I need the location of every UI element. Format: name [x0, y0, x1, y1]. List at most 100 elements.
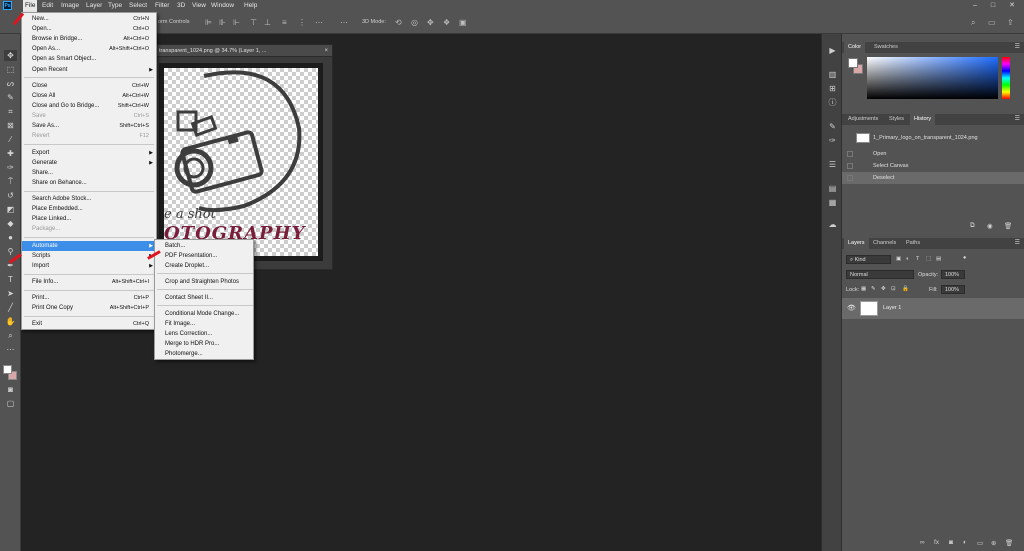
- 3d-orbit-icon[interactable]: ⟲: [395, 18, 402, 28]
- new-document-from-state-icon[interactable]: ⧉: [970, 222, 975, 230]
- tab-adjustments[interactable]: Adjustments: [844, 114, 882, 125]
- color-picker-field[interactable]: [867, 57, 998, 99]
- filter-shape-icon[interactable]: ⬚: [926, 256, 931, 262]
- paint-bucket-tool-icon[interactable]: ◆: [4, 218, 17, 229]
- menu-3d[interactable]: 3D: [175, 0, 187, 12]
- workspace-icon[interactable]: ▭: [988, 18, 996, 28]
- add-mask-icon[interactable]: ◙: [949, 539, 953, 546]
- history-brush-tool-icon[interactable]: ↺: [4, 190, 17, 201]
- filter-toggle-icon[interactable]: ●: [963, 255, 966, 261]
- history-state-row[interactable]: Select Canvas: [842, 160, 1024, 172]
- tab-history[interactable]: History: [910, 114, 936, 125]
- libraries-icon[interactable]: ☁: [827, 220, 838, 230]
- distribute-horizontal-icon[interactable]: ⋯: [315, 18, 323, 28]
- menu-image[interactable]: Image: [59, 0, 81, 12]
- new-layer-icon[interactable]: ⊕: [991, 539, 996, 547]
- align-middle-icon[interactable]: ⊥: [264, 18, 271, 28]
- tab-styles[interactable]: Styles: [885, 114, 908, 125]
- blur-tool-icon[interactable]: ●: [4, 232, 17, 243]
- history-brush-source-box[interactable]: [847, 151, 853, 157]
- menu-type[interactable]: Type: [106, 0, 124, 12]
- brush-settings-icon[interactable]: ✎: [827, 122, 838, 132]
- layer-filter-kind-select[interactable]: ⌕ Kind: [846, 255, 891, 264]
- tab-layers[interactable]: Layers: [844, 238, 869, 249]
- menu-item-place-linked[interactable]: Place Linked...: [22, 214, 156, 224]
- brushes-icon[interactable]: ✑: [827, 136, 838, 146]
- zoom-tool-icon[interactable]: ⌕: [4, 330, 17, 341]
- healing-brush-tool-icon[interactable]: ✚: [4, 148, 17, 159]
- menu-item-browse-bridge[interactable]: Browse in Bridge... Alt+Ctrl+O: [22, 34, 156, 44]
- tab-color[interactable]: Color: [844, 42, 866, 53]
- tab-channels[interactable]: Channels: [869, 238, 900, 249]
- 3d-pan-icon[interactable]: ✥: [427, 18, 434, 28]
- delete-layer-icon[interactable]: 🗑: [1005, 539, 1013, 547]
- new-group-icon[interactable]: ▭: [977, 539, 983, 547]
- align-left-icon[interactable]: ⊫: [205, 18, 212, 28]
- link-layers-icon[interactable]: ∞: [920, 539, 925, 546]
- move-tool-icon[interactable]: ✥: [4, 50, 17, 61]
- submenu-item-batch[interactable]: Batch...: [155, 241, 253, 251]
- visibility-eye-icon[interactable]: 👁: [847, 298, 856, 319]
- submenu-item-merge-hdr[interactable]: Merge to HDR Pro...: [155, 339, 253, 349]
- quick-mask-icon[interactable]: ◙: [4, 384, 17, 395]
- create-snapshot-icon[interactable]: ◉: [987, 222, 993, 230]
- panel-menu-icon[interactable]: ☰: [1015, 42, 1020, 53]
- menu-item-file-info[interactable]: File Info... Alt+Shift+Ctrl+I: [22, 277, 156, 287]
- filter-pixel-icon[interactable]: ▣: [896, 256, 901, 262]
- history-snapshot[interactable]: 1_Primary_logo_on_transparent_1024.png: [842, 131, 1024, 145]
- menu-item-export[interactable]: Export ▶: [22, 148, 156, 158]
- delete-state-icon[interactable]: 🗑: [1004, 222, 1012, 230]
- menu-item-import[interactable]: Import ▶: [22, 261, 156, 271]
- submenu-item-lens-correction[interactable]: Lens Correction...: [155, 329, 253, 339]
- 3d-scale-icon[interactable]: ▣: [459, 18, 467, 28]
- menu-item-place-embedded[interactable]: Place Embedded...: [22, 204, 156, 214]
- brush-tool-icon[interactable]: ✑: [4, 162, 17, 173]
- align-center-icon[interactable]: ⊪: [219, 18, 226, 28]
- filter-smart-object-icon[interactable]: ▤: [936, 256, 941, 262]
- menu-item-close-all[interactable]: Close All Alt+Ctrl+W: [22, 91, 156, 101]
- menu-layer[interactable]: Layer: [84, 0, 104, 12]
- hand-tool-icon[interactable]: ✋: [4, 316, 17, 327]
- paragraph-icon[interactable]: ▤: [827, 184, 838, 194]
- eraser-tool-icon[interactable]: ◩: [4, 204, 17, 215]
- screen-mode-icon[interactable]: ▢: [4, 398, 17, 409]
- menu-help[interactable]: Help: [242, 0, 259, 12]
- distribute-vertical-icon[interactable]: ⋮: [298, 18, 306, 28]
- menu-item-exit[interactable]: Exit Ctrl+Q: [22, 319, 156, 329]
- photoshop-logo-icon[interactable]: Ps: [3, 1, 12, 10]
- more-options-icon[interactable]: ⋯: [340, 18, 348, 28]
- layer-style-fx-icon[interactable]: fx: [934, 539, 939, 546]
- document-close-icon[interactable]: ×: [324, 45, 328, 56]
- menu-item-scripts[interactable]: Scripts▶: [22, 251, 156, 261]
- align-right-icon[interactable]: ⊩: [233, 18, 240, 28]
- menu-item-generate[interactable]: Generate ▶: [22, 158, 156, 168]
- lock-all-icon[interactable]: 🔒: [902, 286, 909, 292]
- marquee-tool-icon[interactable]: ⬚: [4, 64, 17, 75]
- lock-image-icon[interactable]: ✎: [871, 286, 876, 292]
- submenu-item-pdf-presentation[interactable]: PDF Presentation...: [155, 251, 253, 261]
- submenu-item-create-droplet[interactable]: Create Droplet...: [155, 261, 253, 271]
- lock-transparent-icon[interactable]: ▦: [861, 286, 866, 292]
- foreground-color-swatch[interactable]: [3, 365, 12, 374]
- fill-input[interactable]: 100%: [941, 285, 965, 294]
- menu-item-share[interactable]: Share...: [22, 168, 156, 178]
- submenu-item-conditional-mode[interactable]: Conditional Mode Change...: [155, 309, 253, 319]
- menu-item-open-as[interactable]: Open As... Alt+Shift+Ctrl+O: [22, 44, 156, 54]
- menu-item-print-one-copy[interactable]: Print One Copy Alt+Shift+Ctrl+P: [22, 303, 156, 313]
- menu-item-close[interactable]: Close Ctrl+W: [22, 81, 156, 91]
- show-transform-controls-label[interactable]: orm Controls: [158, 19, 189, 25]
- submenu-item-fit-image[interactable]: Fit Image...: [155, 319, 253, 329]
- share-icon[interactable]: ⇪: [1007, 18, 1014, 28]
- line-tool-icon[interactable]: ╱: [4, 302, 17, 313]
- layer-row[interactable]: 👁 Layer 1: [842, 298, 1024, 319]
- more-tools-icon[interactable]: ⋯: [4, 344, 17, 355]
- type-tool-icon[interactable]: T: [4, 274, 17, 285]
- align-top-icon[interactable]: ⊤: [250, 18, 257, 28]
- menu-file[interactable]: File: [23, 0, 38, 12]
- properties-icon[interactable]: ☰: [827, 160, 838, 170]
- submenu-item-crop-straighten[interactable]: Crop and Straighten Photos: [155, 277, 253, 287]
- panel-menu-icon[interactable]: ☰: [1015, 114, 1020, 125]
- character-icon[interactable]: ▦: [827, 198, 838, 208]
- histogram-icon[interactable]: ▥: [827, 70, 838, 80]
- history-state-row[interactable]: Deselect: [842, 172, 1024, 184]
